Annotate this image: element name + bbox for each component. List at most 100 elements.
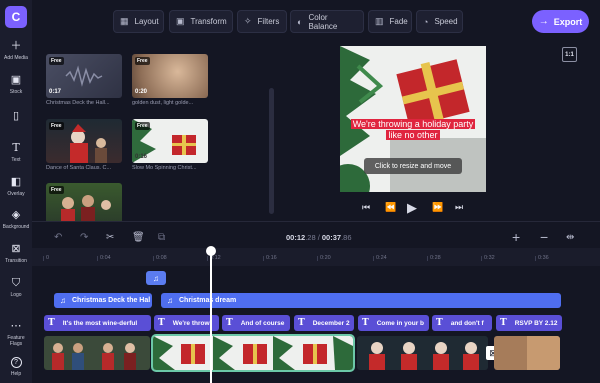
- text-icon: T: [12, 141, 20, 154]
- rail-files[interactable]: ▯: [0, 110, 32, 125]
- audio-clip-label: Christmas dream: [179, 297, 237, 304]
- duration: 0:20: [135, 89, 148, 95]
- fade-button[interactable]: ▥ Fade: [368, 10, 412, 33]
- media-thumb[interactable]: Free 0:16: [132, 119, 208, 163]
- rewind-icon[interactable]: ⏪: [385, 202, 396, 213]
- text-clip[interactable]: T December 2: [294, 315, 354, 331]
- video-clip[interactable]: [357, 336, 488, 370]
- rail-background[interactable]: ◈ Background: [0, 209, 32, 230]
- rail-label: Help: [10, 371, 22, 377]
- undo-icon[interactable]: ↶: [54, 232, 62, 243]
- media-caption: Christmas Deck the Hall...: [46, 100, 110, 106]
- text-clip-label: Come in your b: [376, 319, 425, 327]
- video-clip-frames: [44, 336, 150, 370]
- speed-button[interactable]: ◔ Speed: [416, 10, 463, 33]
- preview-caption[interactable]: We're throwing a holiday party like no o…: [348, 119, 478, 141]
- rail-transition[interactable]: ⊠ Transition: [0, 243, 32, 264]
- rail-stock[interactable]: ▣ Stock: [0, 74, 32, 95]
- color-balance-button[interactable]: ◐ Color Balance: [290, 10, 364, 33]
- tick-label: 0:16: [263, 255, 277, 261]
- rail-label: Text: [11, 157, 21, 163]
- rail-add-media[interactable]: ＋ Add Media: [0, 40, 32, 61]
- media-thumb[interactable]: Free 0:17: [46, 54, 122, 98]
- fade-icon: ▥: [375, 16, 384, 26]
- rail-label: Transition: [5, 258, 27, 264]
- export-button[interactable]: → Export: [532, 10, 589, 33]
- text-clip[interactable]: T and don't f: [432, 315, 492, 331]
- fit-icon[interactable]: ⇹: [566, 232, 574, 243]
- media-caption: Slow Mo Spinning Christ...: [132, 165, 197, 171]
- transform-label: Transform: [190, 17, 227, 26]
- current-time-frac: .28: [305, 233, 316, 242]
- rail-logo[interactable]: ⛉ Logo: [0, 277, 32, 298]
- trash-icon[interactable]: 🗑: [132, 232, 145, 243]
- transform-button[interactable]: ▣ Transform: [169, 10, 233, 33]
- tick-label: 0: [42, 255, 50, 261]
- media-caption: Dance of Santa Claus. C...: [46, 165, 112, 171]
- time-ruler[interactable]: 0 0:04 0:08 0:12 0:16 0:20 0:24 0:28 0:3…: [32, 248, 600, 266]
- file-music-icon: ▯: [12, 110, 20, 122]
- music-note-icon: ♫: [153, 273, 159, 283]
- audio-clip-label: Christmas Deck the Hal: [72, 297, 151, 304]
- timeline: ↶ ↷ ✂ 🗑 ⧉ 00:12.28 / 00:37.86 + − ⇹ 0 0:…: [32, 221, 600, 383]
- video-clip[interactable]: [494, 336, 560, 370]
- layout-icon: ▦: [120, 16, 129, 26]
- top-toolbar: ▦ Layout ▣ Transform ✧ Filters ◐ Color B…: [32, 0, 600, 44]
- text-clip-label: We're throwi: [172, 319, 212, 327]
- tick-label: 0:20: [317, 255, 331, 261]
- text-clip[interactable]: T And of course: [222, 315, 290, 331]
- text-icon: T: [298, 318, 305, 328]
- duplicate-icon[interactable]: ⧉: [158, 232, 165, 243]
- resize-hint: Click to resize and move: [364, 158, 462, 174]
- rail-label: Feature Flags: [7, 335, 25, 347]
- timecode: 00:12.28 / 00:37.86: [286, 233, 352, 242]
- text-clip[interactable]: T Come in your b: [358, 315, 429, 331]
- app-logo[interactable]: C: [5, 6, 27, 28]
- stock-icon: ▣: [10, 74, 22, 86]
- rail-text[interactable]: T Text: [0, 141, 32, 164]
- play-icon[interactable]: ▶: [407, 200, 417, 216]
- media-scrollbar[interactable]: [269, 88, 274, 214]
- filters-label: Filters: [257, 17, 280, 26]
- rail-feature-flags[interactable]: ⋯ Feature Flags: [0, 320, 32, 347]
- audio-clip[interactable]: ♫ Christmas dream: [161, 293, 561, 308]
- scissors-icon[interactable]: ✂: [106, 232, 114, 243]
- music-note-icon: ♫: [167, 296, 173, 305]
- rail-label: Background: [2, 224, 30, 230]
- text-icon: T: [362, 318, 369, 328]
- rail-help[interactable]: ? Help: [0, 357, 32, 377]
- zoom-in-icon[interactable]: +: [512, 229, 520, 245]
- tick-label: 0:32: [481, 255, 495, 261]
- layout-button[interactable]: ▦ Layout: [113, 10, 164, 33]
- video-clip[interactable]: [44, 336, 150, 370]
- tick-label: 0:04: [97, 255, 111, 261]
- playhead-handle[interactable]: [206, 246, 216, 256]
- text-clip[interactable]: T RSVP BY 2.12: [496, 315, 562, 331]
- duration: 0:17: [49, 89, 62, 95]
- transition-icon: ⊠: [11, 243, 21, 255]
- audio-clip[interactable]: ♫ Christmas Deck the Hal: [54, 293, 152, 308]
- music-note-clip[interactable]: ♫: [146, 271, 166, 285]
- aspect-ratio-button[interactable]: 1:1: [562, 47, 577, 62]
- video-clip-frames: [494, 336, 560, 370]
- redo-icon[interactable]: ↷: [80, 232, 88, 243]
- skip-back-icon[interactable]: ⏮: [362, 202, 370, 213]
- text-clip[interactable]: T It's the most wine-derful: [44, 315, 151, 331]
- text-icon: T: [436, 318, 443, 328]
- video-preview[interactable]: We're throwing a holiday party like no o…: [340, 46, 486, 192]
- layers-icon: ◈: [11, 209, 21, 221]
- media-thumb[interactable]: Free 0:20: [132, 54, 208, 98]
- video-clip-selected[interactable]: [151, 334, 355, 372]
- free-badge: Free: [49, 122, 64, 130]
- rail-overlay[interactable]: ◧ Overlay: [0, 176, 32, 197]
- playhead-line[interactable]: [210, 248, 212, 383]
- text-icon: T: [226, 318, 233, 328]
- zoom-out-icon[interactable]: −: [540, 229, 548, 245]
- free-badge: Free: [135, 122, 150, 130]
- filters-button[interactable]: ✧ Filters: [237, 10, 287, 33]
- rail-label: Add Media: [4, 55, 28, 61]
- fast-forward-icon[interactable]: ⏩: [432, 202, 443, 213]
- media-thumb[interactable]: Free: [46, 119, 122, 163]
- skip-forward-icon[interactable]: ⏭: [455, 202, 463, 213]
- transform-icon: ▣: [176, 16, 185, 26]
